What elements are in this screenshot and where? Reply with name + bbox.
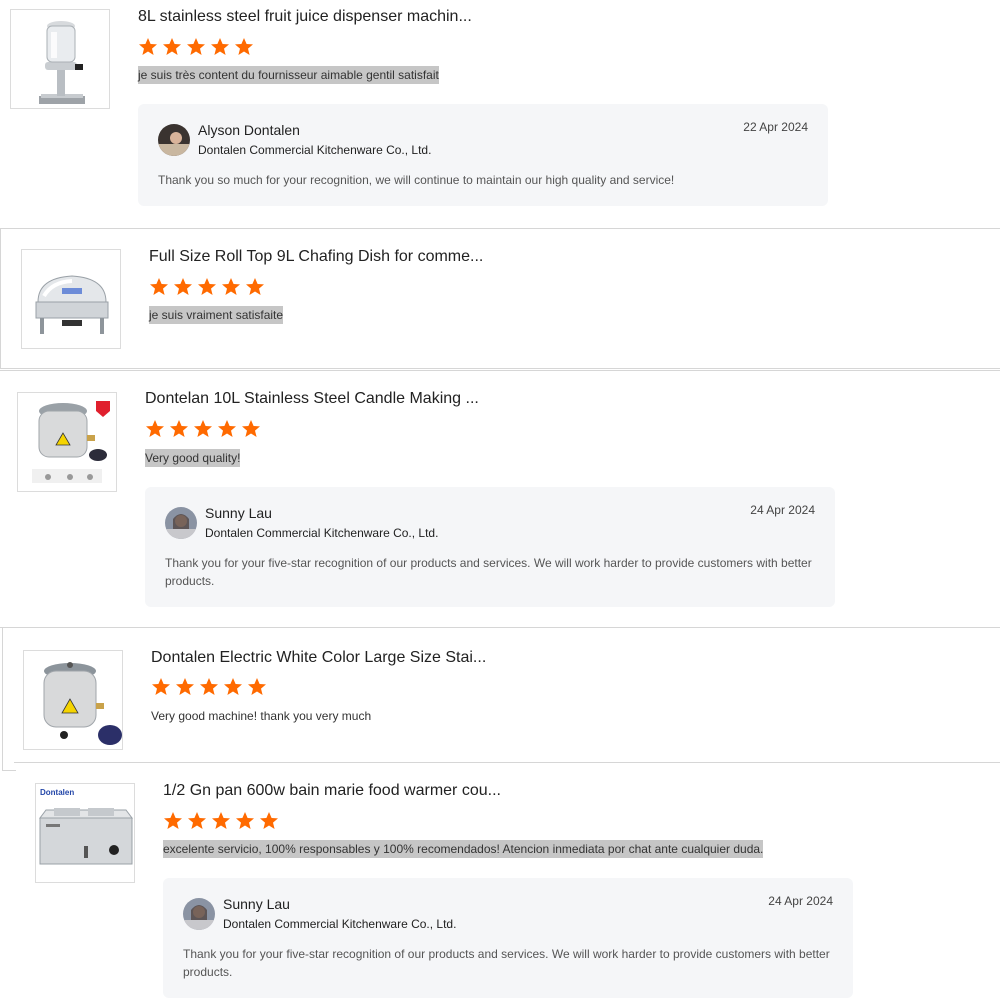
review-card: Dontalen Electric White Color Large Size… bbox=[0, 628, 1000, 770]
star-icon bbox=[138, 37, 158, 57]
review-comment: Very good quality! bbox=[145, 449, 241, 467]
star-icon bbox=[259, 811, 279, 831]
avatar bbox=[158, 124, 190, 156]
seller-reply: Sunny Lau Dontalen Commercial Kitchenwar… bbox=[145, 487, 835, 607]
product-thumbnail[interactable] bbox=[17, 392, 117, 492]
star-icon bbox=[199, 677, 219, 697]
star-icon bbox=[221, 277, 241, 297]
product-title[interactable]: Full Size Roll Top 9L Chafing Dish for c… bbox=[149, 247, 483, 267]
star-rating bbox=[138, 37, 258, 57]
reply-company: Dontalen Commercial Kitchenware Co., Ltd… bbox=[223, 917, 457, 931]
star-icon bbox=[217, 419, 237, 439]
star-rating bbox=[163, 811, 283, 831]
star-icon bbox=[211, 811, 231, 831]
avatar bbox=[183, 898, 215, 930]
review-card: 8L stainless steel fruit juice dispenser… bbox=[0, 0, 1000, 228]
star-icon bbox=[197, 277, 217, 297]
product-title[interactable]: Dontalen Electric White Color Large Size… bbox=[151, 648, 486, 668]
star-rating bbox=[151, 677, 271, 697]
star-icon bbox=[210, 37, 230, 57]
reply-company: Dontalen Commercial Kitchenware Co., Ltd… bbox=[205, 526, 439, 540]
reply-date: 24 Apr 2024 bbox=[750, 503, 815, 517]
star-icon bbox=[169, 419, 189, 439]
review-comment: excelente servicio, 100% responsables y … bbox=[163, 840, 764, 858]
star-rating bbox=[149, 277, 269, 297]
review-comment: Very good machine! thank you very much bbox=[151, 709, 372, 723]
review-comment: je suis vraiment satisfaite bbox=[149, 306, 284, 324]
soup-warmer-image bbox=[43, 662, 122, 745]
star-icon bbox=[163, 811, 183, 831]
candle-melter-image bbox=[32, 401, 110, 483]
reply-author-name: Sunny Lau bbox=[205, 505, 272, 521]
reply-company: Dontalen Commercial Kitchenware Co., Ltd… bbox=[198, 143, 432, 157]
star-icon bbox=[173, 277, 193, 297]
review-card: Full Size Roll Top 9L Chafing Dish for c… bbox=[0, 229, 1000, 369]
product-thumbnail[interactable] bbox=[10, 9, 110, 109]
star-icon bbox=[193, 419, 213, 439]
brand-label: Dontalen bbox=[40, 788, 74, 797]
reply-text: Thank you for your five-star recognition… bbox=[165, 556, 812, 588]
star-icon bbox=[245, 277, 265, 297]
star-icon bbox=[235, 811, 255, 831]
seller-reply: Sunny Lau Dontalen Commercial Kitchenwar… bbox=[163, 878, 853, 998]
review-comment: je suis très content du fournisseur aima… bbox=[138, 66, 439, 84]
star-icon bbox=[151, 677, 171, 697]
star-rating bbox=[145, 419, 265, 439]
star-icon bbox=[162, 37, 182, 57]
review-card: Dontelan 10L Stainless Steel Candle Maki… bbox=[0, 371, 1000, 627]
star-icon bbox=[234, 37, 254, 57]
bain-marie-image: Dontalen bbox=[39, 788, 133, 865]
reply-text: Thank you so much for your recognition, … bbox=[158, 173, 675, 187]
product-thumbnail[interactable] bbox=[23, 650, 123, 750]
reply-date: 22 Apr 2024 bbox=[743, 120, 808, 134]
avatar bbox=[165, 507, 197, 539]
star-icon bbox=[175, 677, 195, 697]
product-title[interactable]: 1/2 Gn pan 600w bain marie food warmer c… bbox=[163, 781, 501, 801]
star-icon bbox=[149, 277, 169, 297]
reply-author-name: Sunny Lau bbox=[223, 896, 290, 912]
reply-author-name: Alyson Dontalen bbox=[198, 122, 300, 138]
product-title[interactable]: 8L stainless steel fruit juice dispenser… bbox=[138, 7, 472, 27]
reply-date: 24 Apr 2024 bbox=[768, 894, 833, 908]
star-icon bbox=[223, 677, 243, 697]
reply-text: Thank you for your five-star recognition… bbox=[183, 947, 830, 979]
product-title[interactable]: Dontelan 10L Stainless Steel Candle Maki… bbox=[145, 389, 479, 409]
star-icon bbox=[145, 419, 165, 439]
star-icon bbox=[241, 419, 261, 439]
chafing-dish-image bbox=[35, 275, 109, 334]
star-icon bbox=[186, 37, 206, 57]
product-thumbnail[interactable] bbox=[21, 249, 121, 349]
juice-dispenser-image bbox=[39, 21, 85, 104]
product-thumbnail[interactable]: Dontalen bbox=[35, 783, 135, 883]
star-icon bbox=[187, 811, 207, 831]
seller-reply: Alyson Dontalen Dontalen Commercial Kitc… bbox=[138, 104, 828, 206]
review-card: Dontalen 1/2 Gn pan 600w bain marie food… bbox=[0, 763, 1000, 1000]
star-icon bbox=[247, 677, 267, 697]
divider bbox=[0, 368, 1000, 369]
